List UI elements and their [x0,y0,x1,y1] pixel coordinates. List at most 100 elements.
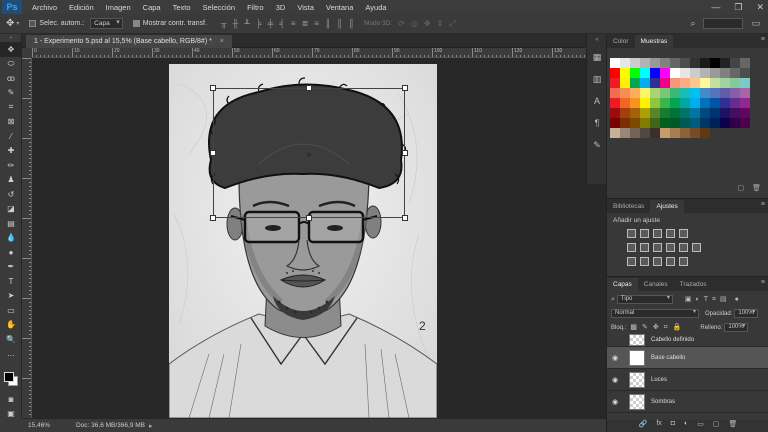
black-white-icon[interactable] [653,243,662,252]
color-swatch[interactable] [700,98,710,108]
transform-handle-top-center[interactable] [306,85,312,91]
brightness-contrast-icon[interactable] [627,229,636,238]
exposure-icon[interactable] [666,229,675,238]
roll-3d-icon[interactable]: ◎ [411,19,418,29]
lock-icons[interactable]: ▩✎✥⌗🔒 [630,323,686,332]
color-swatch[interactable] [640,68,650,78]
color-swatch[interactable] [610,128,620,138]
color-swatch[interactable] [660,128,670,138]
color-balance-icon[interactable] [640,243,649,252]
color-swatch[interactable] [670,108,680,118]
color-swatch[interactable] [660,108,670,118]
rotate-3d-icon[interactable]: ⟳ [398,19,405,29]
color-swatch[interactable] [690,118,700,128]
threshold-icon[interactable] [653,257,662,266]
transform-handle-top-right[interactable] [402,85,408,91]
horizontal-ruler[interactable]: 0 10 20 30 40 50 60 70 80 90 100 110 120 130 [32,48,606,58]
color-swatch[interactable] [650,128,660,138]
color-swatch[interactable] [670,58,680,68]
menu-texto[interactable]: Texto [167,3,197,12]
menu-ventana[interactable]: Ventana [320,3,360,12]
close-button[interactable]: ✕ [756,0,764,14]
slide-3d-icon[interactable]: ⇕ [437,19,444,29]
fill-input[interactable]: 100% [724,323,749,332]
color-swatch[interactable] [710,118,720,128]
color-swatch[interactable] [650,78,660,88]
align-bottom-icon[interactable]: ╨ [244,19,250,28]
color-swatch[interactable] [700,68,710,78]
color-swatch[interactable] [630,118,640,128]
new-adjustment-icon[interactable]: ◐ [684,420,688,432]
color-swatch[interactable] [630,88,640,98]
color-swatch[interactable] [690,108,700,118]
color-swatch[interactable] [730,118,740,128]
color-swatch[interactable] [670,68,680,78]
color-swatch[interactable] [660,78,670,88]
color-swatch[interactable] [640,58,650,68]
color-swatch[interactable] [620,128,630,138]
tab-adjustments[interactable]: Ajustes [650,200,684,213]
distribute-top-icon[interactable]: ≡ [291,19,296,28]
color-swatch[interactable] [620,108,630,118]
tab-channels[interactable]: Canales [638,278,674,291]
menu-seleccion[interactable]: Selección [197,3,242,12]
gradient-tool-icon[interactable]: ▤ [0,216,22,231]
color-swatch[interactable] [620,88,630,98]
color-swatch[interactable] [610,68,620,78]
properties-panel-icon[interactable]: ▥ [587,68,607,90]
layer-row[interactable]: Cabello definido [607,333,768,347]
color-swatch[interactable] [690,58,700,68]
color-swatch[interactable] [700,128,710,138]
color-swatch[interactable] [740,118,750,128]
dodge-tool-icon[interactable]: ● [0,245,22,260]
eye-icon[interactable]: ◉ [607,354,623,362]
foreground-color-swatch[interactable] [4,372,14,382]
history-brush-tool-icon[interactable]: ↺ [0,187,22,202]
brushes-panel-icon[interactable]: ✎ [587,134,607,156]
color-swatch[interactable] [690,68,700,78]
menu-archivo[interactable]: Archivo [26,3,63,12]
color-swatch[interactable] [650,118,660,128]
color-swatch[interactable] [710,58,720,68]
color-swatch[interactable] [740,68,750,78]
color-swatch[interactable] [610,118,620,128]
menu-3d[interactable]: 3D [270,3,292,12]
filter-toggle-icon[interactable]: ● [735,296,739,303]
color-swatch[interactable] [700,118,710,128]
type-tool-icon[interactable]: T [0,274,22,289]
workspace-icon[interactable]: ▭ [751,18,760,29]
color-swatch[interactable] [710,78,720,88]
channel-mixer-icon[interactable] [679,243,688,252]
color-swatch[interactable] [690,88,700,98]
pen-tool-icon[interactable]: ✒ [0,260,22,275]
color-swatch[interactable] [640,118,650,128]
color-swatch[interactable] [730,108,740,118]
frame-tool-icon[interactable]: ⊠ [0,115,22,130]
pan-3d-icon[interactable]: ✥ [424,19,431,29]
color-swatch[interactable] [710,98,720,108]
show-transform-checkbox[interactable] [132,20,140,27]
ruler-corner[interactable] [22,48,32,58]
restore-button[interactable]: ❐ [734,0,742,14]
color-swatch[interactable] [640,98,650,108]
curves-icon[interactable] [653,229,662,238]
color-swatch[interactable] [720,78,730,88]
menu-imagen[interactable]: Imagen [100,3,137,12]
color-swatch[interactable] [740,58,750,68]
zoom-tool-icon[interactable]: 🔍 [0,332,22,347]
new-layer-icon[interactable]: ▢ [713,420,720,432]
transform-handle-bottom-center[interactable] [306,215,312,221]
color-swatch[interactable] [640,128,650,138]
transform-center-icon[interactable]: ⌖ [304,150,314,160]
align-left-icon[interactable]: ╞ [256,19,262,28]
link-layers-icon[interactable]: 🔗 [639,420,648,432]
layer-filter-kind[interactable]: Tipo [616,295,673,304]
color-swatch[interactable] [650,98,660,108]
color-swatch[interactable] [680,68,690,78]
color-swatch[interactable] [610,78,620,88]
blend-mode-select[interactable]: Normal [611,309,699,318]
adjustments-menu-icon[interactable]: ≡ [761,201,765,208]
eye-icon[interactable]: ◉ [607,376,623,384]
transform-handle-bottom-left[interactable] [210,215,216,221]
color-swatch[interactable] [680,88,690,98]
